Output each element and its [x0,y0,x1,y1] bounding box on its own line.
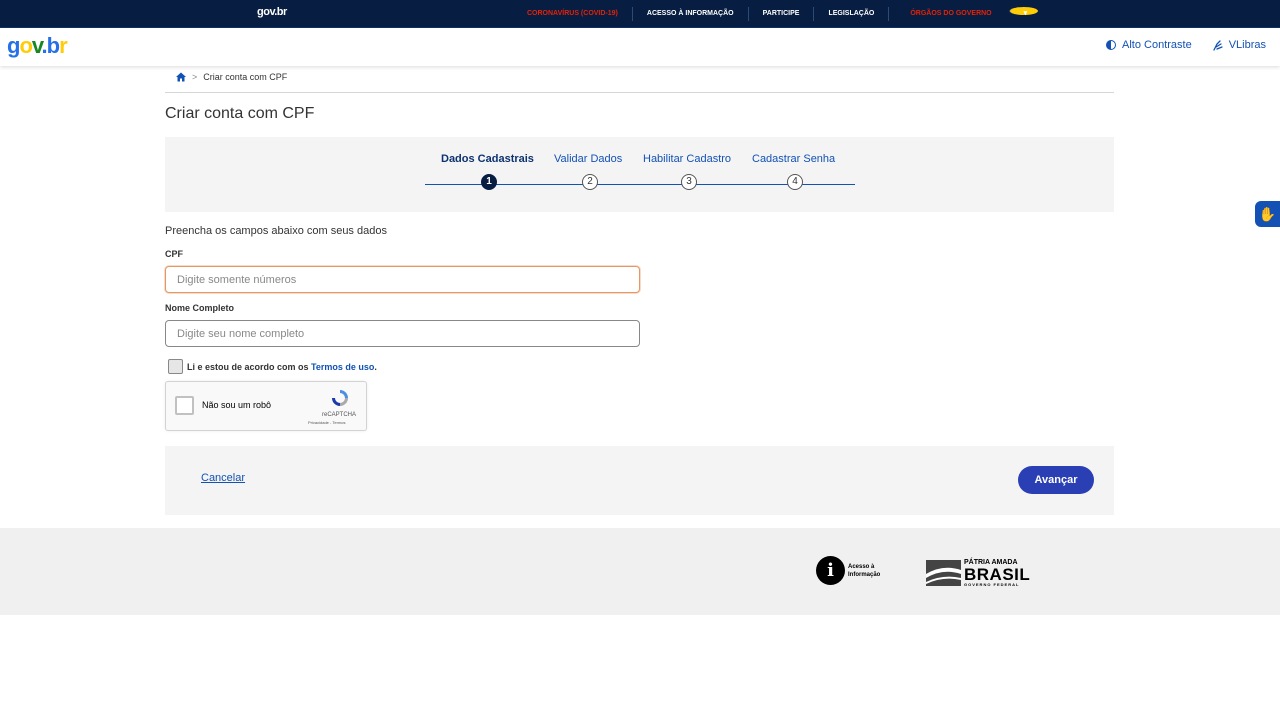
logo-letter-g: g [7,33,20,58]
cpf-label: CPF [165,249,183,259]
home-icon[interactable] [176,72,186,82]
terms-link[interactable]: Termos de uso [311,362,374,372]
terms-checkbox[interactable] [168,359,183,374]
info-icon: i [816,556,845,585]
step-number: 2 [582,174,598,190]
recaptcha-brand: reCAPTCHA [322,412,357,418]
brasil-emblem-icon [926,560,961,586]
patria-amada-brasil-logo[interactable]: PÁTRIA AMADA BRASIL GOVERNO FEDERAL [926,559,1030,587]
recaptcha-widget: Não sou um robô reCAPTCHA Privacidade - … [165,381,367,431]
vlibras-hand-icon [1213,39,1223,51]
form-actions: Cancelar Avançar [165,446,1114,515]
gov-topbar: gov.br CORONAVÍRUS (COVID-19) ACESSO À I… [0,0,1280,28]
progress-stepper: Dados Cadastrais 1 Validar Dados 2 Habil… [165,137,1114,212]
recaptcha-links[interactable]: Privacidade - Termos [308,420,346,425]
step-habilitar-cadastro[interactable]: Habilitar Cadastro 3 [643,153,732,190]
step-label: Validar Dados [554,153,623,165]
step-label: Habilitar Cadastro [643,153,732,165]
step-label: Dados Cadastrais [441,153,534,165]
vlibras-button[interactable]: VLibras [1212,39,1266,51]
contrast-icon [1106,40,1116,50]
acesso-line1: Acesso à [848,563,875,570]
page-title: Criar conta com CPF [165,105,315,122]
breadcrumb-separator: > [192,72,198,82]
patria-words: PÁTRIA AMADA BRASIL GOVERNO FEDERAL [964,559,1030,587]
cpf-input[interactable] [165,266,640,293]
acesso-informacao-logo[interactable]: i Acesso à Informação [816,556,880,585]
step-validar-dados[interactable]: Validar Dados 2 [554,153,623,190]
govbr-logo[interactable]: gov.br [7,33,68,58]
site-header: gov.br Alto Contraste VLibras [0,28,1280,66]
recaptcha-logo-icon [332,390,348,406]
logo-letter-o: o [19,33,32,58]
topbar-link-orgaos-label: ÓRGÃOS DO GOVERNO [910,10,992,17]
recaptcha-label: Não sou um robô [202,400,272,410]
cancel-link[interactable]: Cancelar [201,472,245,484]
patria-line2: BRASIL [964,565,1031,584]
recaptcha-checkbox[interactable] [175,396,194,415]
topbar-link-participe[interactable]: PARTICIPE [747,7,814,21]
vlibras-label: VLibras [1228,39,1266,51]
form-intro: Preencha os campos abaixo com seus dados [165,225,387,237]
logo-letter-v: v [31,33,43,58]
high-contrast-button[interactable]: Alto Contraste [1106,39,1192,51]
vlibras-widget-icon[interactable]: ✋ [1255,201,1280,227]
step-cadastrar-senha[interactable]: Cadastrar Senha 4 [752,153,836,190]
logo-letter-r: r [59,33,68,58]
step-number: 3 [681,174,697,190]
step-dados-cadastrais[interactable]: Dados Cadastrais 1 [441,153,534,190]
terms-text: Li e estou de acordo com os Termos de us… [187,362,377,372]
breadcrumb: > Criar conta com CPF [176,72,287,82]
header-tools: Alto Contraste VLibras [1106,39,1266,51]
topbar-links: CORONAVÍRUS (COVID-19) ACESSO À INFORMAÇ… [520,0,1052,28]
breadcrumb-current: Criar conta com CPF [203,72,288,82]
step-label: Cadastrar Senha [752,153,836,165]
terms-label: Li e estou de acordo com os [187,361,312,372]
logo-letter-b: b [46,33,60,58]
govbr-top-logo[interactable]: gov.br [257,6,287,18]
high-contrast-label: Alto Contraste [1122,39,1192,51]
topbar-link-acesso[interactable]: ACESSO À INFORMAÇÃO [631,7,748,21]
next-button[interactable]: Avançar [1018,466,1094,494]
footer [0,528,1280,615]
acesso-text: Acesso à Informação [848,563,880,579]
terms-suffix: . [374,361,377,372]
step-number: 1 [481,174,497,190]
chevron-down-icon: ▾ [1008,7,1038,17]
topbar-link-orgaos[interactable]: ÓRGÃOS DO GOVERNO ▾ [888,7,1051,21]
name-input[interactable] [165,320,640,347]
terms-row: Li e estou de acordo com os Termos de us… [168,359,377,374]
topbar-link-covid[interactable]: CORONAVÍRUS (COVID-19) [520,7,632,21]
step-number: 4 [787,174,803,190]
breadcrumb-divider [165,92,1114,93]
acesso-line2: Informação [848,571,881,578]
name-label: Nome Completo [165,303,235,313]
topbar-link-legislacao[interactable]: LEGISLAÇÃO [813,7,888,21]
